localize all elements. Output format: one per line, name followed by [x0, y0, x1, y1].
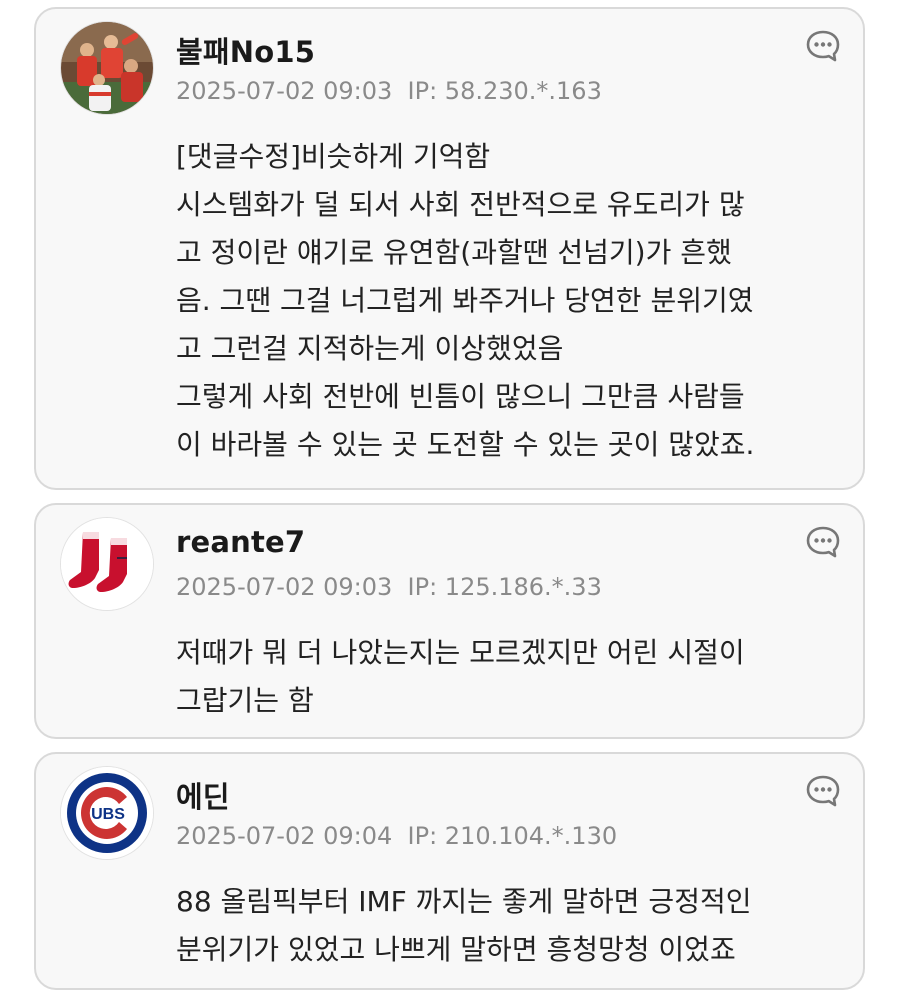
comment-meta: 2025-07-02 09:03 IP: 125.186.*.33: [176, 573, 602, 601]
comment-line: 그랍기는 함: [176, 684, 314, 717]
comment-body: [댓글수정]비슷하게 기억함 시스템화가 덜 되서 사회 전반적으로 유도리가 …: [176, 133, 856, 469]
comment-line: 고 정이란 얘기로 유연함(과할땐 선넘기)가 흔했: [176, 236, 732, 269]
cubs-logo-text: UBS: [91, 806, 125, 823]
comment-line: 저때가 뭐 더 나았는지는 모르겠지만 어린 시절이: [176, 636, 745, 669]
chat-bubble-icon[interactable]: [805, 525, 841, 559]
comment-meta: 2025-07-02 09:03 IP: 58.230.*.163: [176, 77, 602, 105]
comment-line: 88 올림픽부터 IMF 까지는 좋게 말하면 긍정적인: [176, 885, 752, 918]
comment-line: 이 바라볼 수 있는 곳 도전할 수 있는 곳이 많았죠.: [176, 428, 755, 461]
chat-bubble-icon[interactable]: [805, 29, 841, 63]
comment-line: 음. 그땐 그걸 너그럽게 봐주거나 당연한 분위기였: [176, 284, 754, 317]
comment-body: 저때가 뭐 더 나았는지는 모르겠지만 어린 시절이 그랍기는 함: [176, 629, 856, 725]
comment-card: reante7 2025-07-02 09:03 IP: 125.186.*.3…: [34, 503, 865, 739]
comment-line: 시스템화가 덜 되서 사회 전반적으로 유도리가 많: [176, 188, 745, 221]
comment-line: 고 그런걸 지적하는게 이상했었음: [176, 332, 564, 365]
comment-card: UBS 에딘 2025-07-02 09:04 IP: 210.104.*.13…: [34, 752, 865, 990]
username[interactable]: 불패No15: [176, 29, 315, 71]
comment-meta: 2025-07-02 09:04 IP: 210.104.*.130: [176, 822, 618, 850]
comment-body: 88 올림픽부터 IMF 까지는 좋게 말하면 긍정적인 분위기가 있었고 나쁘…: [176, 878, 856, 974]
red-sox-logo-avatar-icon: [61, 518, 153, 610]
baseball-team-photo-avatar-icon: [61, 22, 153, 114]
chat-bubble-icon[interactable]: [805, 774, 841, 808]
username[interactable]: reante7: [176, 525, 305, 559]
username[interactable]: 에딘: [176, 774, 230, 816]
user-avatar[interactable]: [60, 517, 154, 611]
comment-card: 불패No15 2025-07-02 09:03 IP: 58.230.*.163…: [34, 7, 865, 490]
comment-line: [댓글수정]비슷하게 기억함: [176, 140, 491, 173]
user-avatar[interactable]: UBS: [60, 766, 154, 860]
comment-list: 불패No15 2025-07-02 09:03 IP: 58.230.*.163…: [0, 0, 900, 1000]
user-avatar[interactable]: [60, 21, 154, 115]
cubs-logo-avatar-icon: UBS: [61, 767, 153, 859]
comment-line: 분위기가 있었고 나쁘게 말하면 흥청망청 이었죠: [176, 933, 736, 966]
comment-line: 그렇게 사회 전반에 빈틈이 많으니 그만큼 사람들: [176, 380, 745, 413]
